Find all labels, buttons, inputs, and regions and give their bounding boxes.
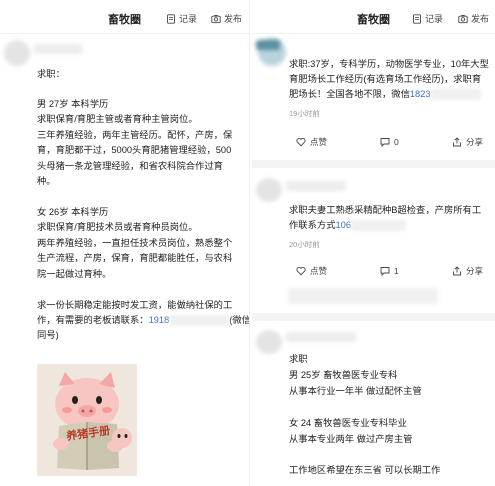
post-line-contact: 肥场长！全国各地不限，微信1823	[289, 87, 481, 102]
avatar[interactable]	[4, 40, 30, 66]
share-icon	[453, 137, 461, 147]
phone-mask	[351, 220, 407, 232]
comment-count: 1	[394, 266, 399, 276]
post-line: 从事本行业一年半 做过配怀主管	[289, 386, 422, 396]
post-line: 求职:37岁，专科学历，动物医学专业，10年大型	[289, 59, 489, 69]
avatar[interactable]	[256, 330, 282, 354]
avatar[interactable]	[256, 178, 282, 202]
comment-icon	[380, 267, 390, 276]
like-label: 点赞	[310, 266, 328, 276]
publish-button[interactable]: 发布	[211, 12, 242, 25]
record-button[interactable]: 记录	[166, 12, 197, 25]
contact-text: 作，有需要的老板请联系：	[37, 315, 149, 325]
post-divider	[252, 313, 495, 321]
record-icon	[167, 13, 175, 24]
post-line: 工作地区希望在东三省 可以长期工作	[289, 465, 441, 475]
post-line: 三年养殖经验，两年主管经历。配怀，产房，保	[37, 130, 233, 140]
like-button[interactable]: 点赞	[296, 265, 327, 277]
post-line: 求一份长期稳定能按时发工资，能做纳社保的工	[37, 300, 233, 310]
phone-link[interactable]: 1823	[410, 89, 431, 99]
publish-label: 发布	[471, 14, 490, 24]
record-label: 记录	[179, 14, 198, 24]
post-line-contact: 作联系方式106	[289, 218, 407, 233]
post-line: 院一起做过育种。	[37, 269, 112, 279]
record-button[interactable]: 记录	[412, 12, 443, 25]
phone-link[interactable]: 106	[336, 220, 352, 230]
camera-icon	[211, 14, 221, 23]
pig-sticker-image[interactable]: 养猪手册	[37, 364, 137, 476]
post-line: 头母猪一条龙管理经验，和省农科院合作过育	[37, 161, 223, 171]
publish-button[interactable]: 发布	[458, 12, 489, 25]
heart-icon	[296, 267, 306, 276]
phone-mask	[169, 315, 230, 327]
camera-icon	[458, 14, 468, 23]
page-title: 畜牧圈	[357, 14, 390, 26]
right-screen: 畜牧圈 记录 发布 求职:37岁，专科学历，动物医学专业，10年大型 育肥场长工…	[252, 0, 495, 486]
comment-button[interactable]: 0	[380, 137, 399, 147]
comment-icon	[380, 138, 390, 147]
share-button[interactable]: 分享	[452, 136, 483, 148]
post-line: 种。	[37, 176, 56, 186]
share-button[interactable]: 分享	[452, 265, 483, 277]
comment-blurred	[288, 288, 438, 304]
post-line: 求职	[289, 354, 308, 364]
post-line: 求职保育/育肥技术员或者育种员岗位。	[37, 222, 198, 232]
post-line: 育肥场长工作经历(有选育场工作经历)，求职育	[289, 74, 482, 84]
action-bar: 点赞 1 分享	[252, 258, 495, 284]
action-bar: 点赞 0 分享	[252, 129, 495, 155]
like-button[interactable]: 点赞	[296, 136, 327, 148]
post-line: 同号)	[37, 330, 59, 340]
post-divider	[252, 160, 495, 168]
post-line: 男 25岁 畜牧兽医专业专科	[289, 370, 398, 380]
phone-suffix: (微信	[229, 315, 250, 325]
record-icon	[413, 13, 421, 24]
contact-text: 作联系方式	[289, 220, 336, 230]
post-line: 求职保育/育肥主管或者育种主管岗位。	[37, 114, 198, 124]
heart-icon	[296, 138, 306, 147]
record-label: 记录	[425, 14, 444, 24]
timestamp: 19小时前	[289, 109, 320, 118]
username-blurred[interactable]	[286, 181, 346, 191]
share-label: 分享	[466, 137, 484, 147]
like-label: 点赞	[310, 137, 328, 147]
share-icon	[453, 266, 461, 276]
phone-link[interactable]: 1918	[149, 315, 170, 325]
post-line: 女 24 畜牧兽医专业专科毕业	[289, 418, 407, 428]
pig-reading-icon: 养猪手册	[37, 364, 137, 476]
share-label: 分享	[466, 266, 484, 276]
page-title: 畜牧圈	[108, 14, 141, 26]
contact-text: 肥场长！全国各地不限，微信	[289, 89, 410, 99]
post-line: 从事本专业两年 做过产房主管	[289, 434, 413, 444]
post-line: 求职：	[37, 69, 65, 79]
post-line: 两年养殖经验，一直担任技术员岗位，熟悉整个	[37, 238, 233, 248]
post-line-contact: 作，有需要的老板请联系：1918 (微信	[37, 313, 250, 328]
post-line: 男 27岁 本科学历	[37, 99, 109, 109]
post-line: 求职夫妻工熟悉采精配种B超检查，产房所有工	[289, 205, 482, 215]
username-blurred[interactable]	[286, 332, 356, 342]
left-header: 畜牧圈 记录 发布	[0, 0, 249, 34]
phone-mask	[430, 89, 481, 101]
post-line: 育，育肥都干过，5000头育肥猪管理经验，500	[37, 145, 232, 155]
left-screen: 畜牧圈 记录 发布 求职： 男 27岁 本科学历 求职保育/育肥主管或者育种主管…	[0, 0, 250, 486]
publish-label: 发布	[224, 14, 243, 24]
comment-count: 0	[394, 137, 399, 147]
avatar-image	[256, 40, 280, 50]
username-blurred[interactable]	[34, 44, 82, 54]
right-header: 畜牧圈 记录 发布	[252, 0, 495, 34]
post-line: 生产流程，产房，保育，育肥都能胜任，与农科	[37, 253, 233, 263]
timestamp: 20小时前	[289, 240, 320, 249]
post-line: 女 26岁 本科学历	[37, 207, 109, 217]
comment-button[interactable]: 1	[380, 266, 399, 276]
